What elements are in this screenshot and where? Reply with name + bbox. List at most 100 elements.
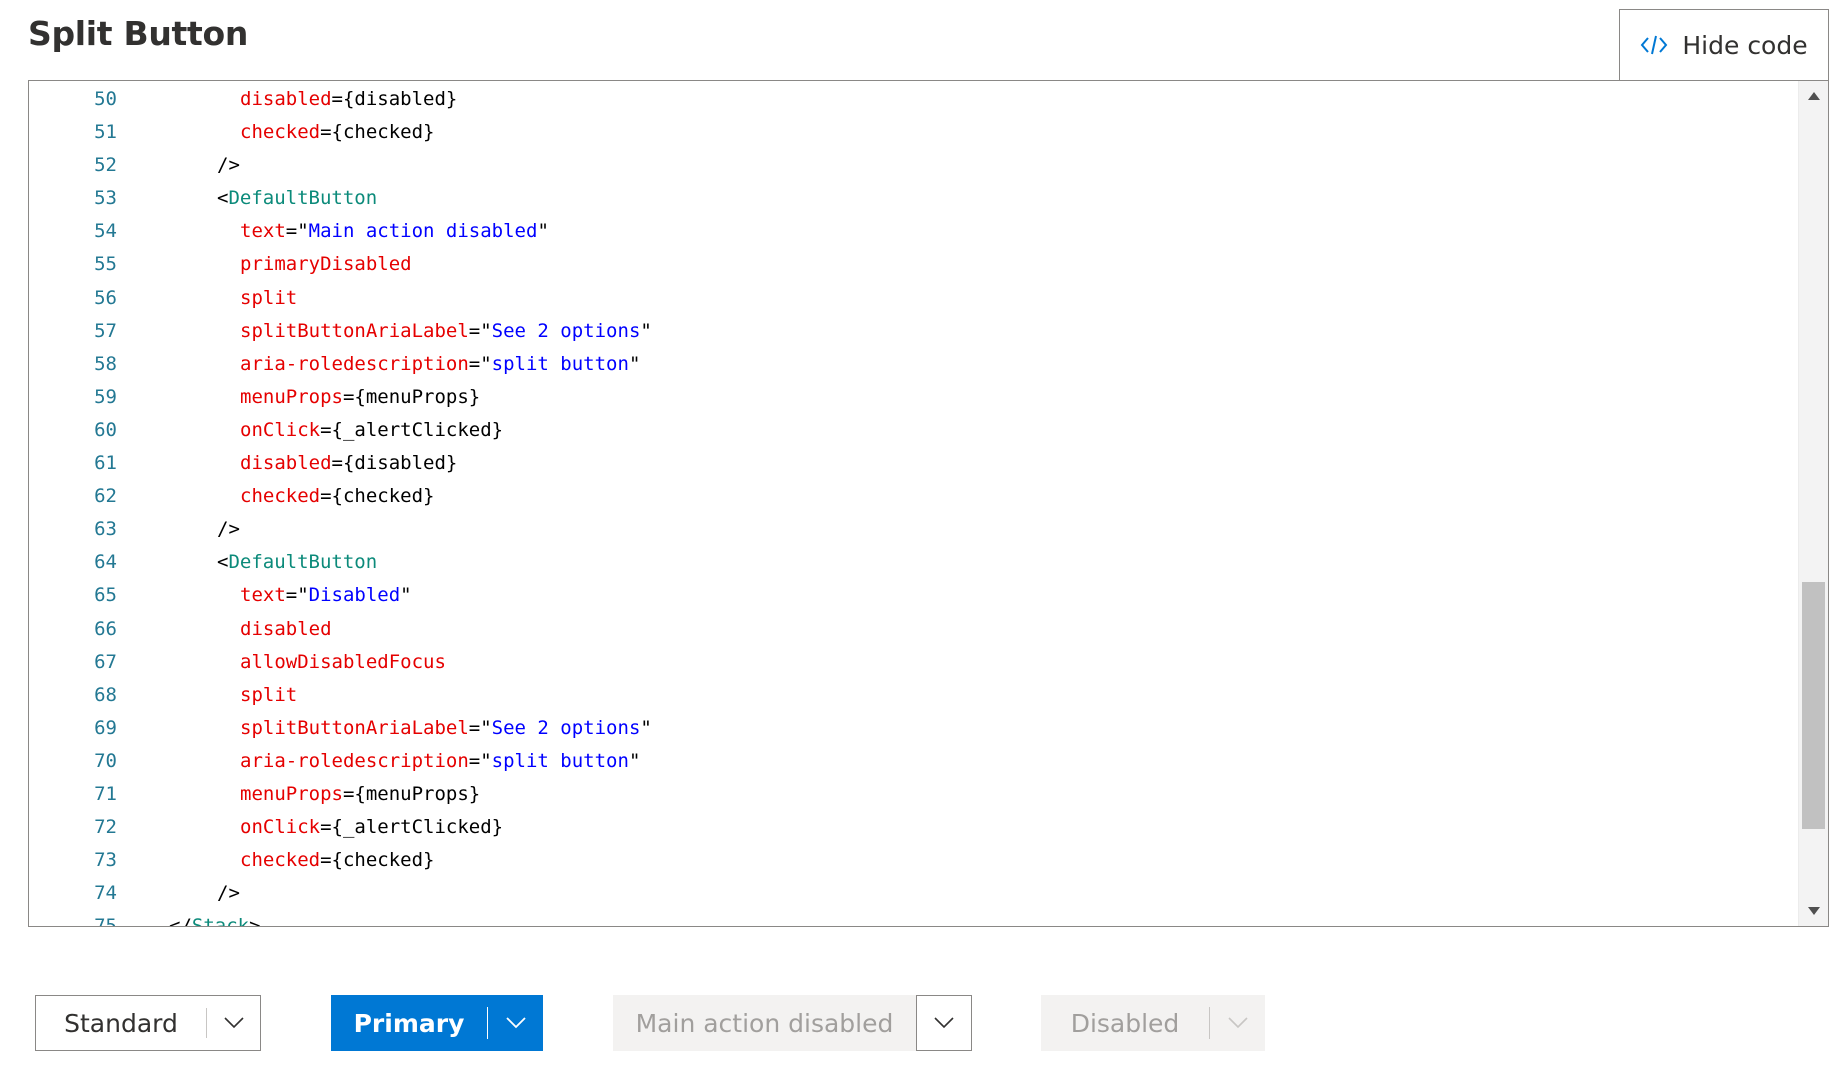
code-token: Stack <box>191 915 250 927</box>
line-number: 64 <box>94 551 117 574</box>
code-line: 68 split <box>29 679 1798 712</box>
code-line: 54 text="Main action disabled" <box>29 215 1798 248</box>
code-token: Main action disabled <box>308 220 538 243</box>
line-number: 56 <box>94 286 117 309</box>
code-token: aria-roledescription <box>240 749 469 772</box>
line-number: 62 <box>94 485 117 508</box>
code-text: menuProps={menuProps} <box>240 381 480 414</box>
code-text: <DefaultButton <box>217 182 377 215</box>
code-text: checked={checked} <box>240 844 434 877</box>
code-token: /> <box>217 518 240 541</box>
line-number: 72 <box>94 816 117 839</box>
primary-split-button: Primary <box>331 995 543 1051</box>
line-number: 53 <box>94 187 117 210</box>
line-number: 73 <box>94 849 117 872</box>
code-token: See 2 options <box>491 716 641 739</box>
standard-button[interactable]: Standard <box>36 996 206 1050</box>
code-text: disabled <box>240 613 332 646</box>
vertical-scrollbar[interactable] <box>1798 81 1828 926</box>
code-text: /> <box>217 513 240 546</box>
code-line: 75 </Stack> <box>29 910 1798 927</box>
code-token: =" <box>468 749 492 772</box>
code-token: See 2 options <box>491 319 641 342</box>
code-token: disabled <box>240 452 332 475</box>
code-text: /> <box>217 877 240 910</box>
code-line: 50 disabled={disabled} <box>29 83 1798 116</box>
code-text: split <box>240 679 297 712</box>
line-number: 54 <box>94 220 117 243</box>
main-action-disabled-dropdown-button[interactable] <box>916 995 972 1051</box>
code-token: text <box>240 584 286 607</box>
code-token: < <box>217 187 229 210</box>
code-token: =" <box>468 352 492 375</box>
code-token: text <box>240 220 286 243</box>
code-token: checked <box>240 485 321 508</box>
code-line: 60 onClick={_alertClicked} <box>29 414 1798 447</box>
code-text: aria-roledescription="split button" <box>240 745 640 778</box>
code-token: " <box>640 716 652 739</box>
code-token: DefaultButton <box>228 187 378 210</box>
code-editor[interactable]: 50 disabled={disabled} 51 checked={checked}… <box>28 80 1829 927</box>
code-line: 63 /> <box>29 513 1798 546</box>
chevron-down-icon <box>1227 1017 1248 1029</box>
code-line: 67 allowDisabledFocus <box>29 646 1798 679</box>
code-line: 66 disabled <box>29 613 1798 646</box>
disabled-split-button: Disabled <box>1041 995 1265 1051</box>
code-text: split <box>240 282 297 315</box>
code-token: primaryDisabled <box>240 253 412 276</box>
code-token: ={menuProps} <box>342 782 481 805</box>
hide-code-button[interactable]: Hide code <box>1619 9 1829 80</box>
code-icon <box>1641 35 1668 55</box>
line-number: 55 <box>94 253 117 276</box>
code-token: ={menuProps} <box>342 385 481 408</box>
code-line: 51 checked={checked} <box>29 116 1798 149</box>
code-line: 65 text="Disabled" <box>29 579 1798 612</box>
code-text: splitButtonAriaLabel="See 2 options" <box>240 315 652 348</box>
line-number: 69 <box>94 716 117 739</box>
code-token: ={_alertClicked} <box>320 418 504 441</box>
line-number: 65 <box>94 584 117 607</box>
line-number: 67 <box>94 650 117 673</box>
code-text: allowDisabledFocus <box>240 646 446 679</box>
scrollbar-thumb[interactable] <box>1802 582 1825 829</box>
line-number: 57 <box>94 319 117 342</box>
code-line: 69 splitButtonAriaLabel="See 2 options" <box>29 712 1798 745</box>
primary-button[interactable]: Primary <box>331 995 487 1051</box>
code-token: ={disabled} <box>331 88 458 110</box>
code-line: 56 split <box>29 282 1798 315</box>
code-token: /> <box>217 882 240 905</box>
code-token: </ <box>169 915 192 927</box>
code-line: 62 checked={checked} <box>29 480 1798 513</box>
standard-dropdown-button[interactable] <box>207 996 260 1050</box>
chevron-down-icon <box>934 1017 954 1029</box>
page-title: Split Button <box>28 14 249 53</box>
code-token: < <box>217 551 229 574</box>
code-token: splitButtonAriaLabel <box>240 716 469 739</box>
code-token: =" <box>285 584 309 607</box>
code-text: primaryDisabled <box>240 248 412 281</box>
code-token: splitButtonAriaLabel <box>240 319 469 342</box>
code-text: aria-roledescription="split button" <box>240 348 640 381</box>
code-token: " <box>628 352 641 375</box>
code-line: 55 primaryDisabled <box>29 248 1798 281</box>
primary-dropdown-button[interactable] <box>488 995 543 1051</box>
code-line: 74 /> <box>29 877 1798 910</box>
code-text: checked={checked} <box>240 480 434 513</box>
code-token: ={checked} <box>320 121 435 144</box>
code-token: DefaultButton <box>228 551 378 574</box>
code-line: 59 menuProps={menuProps} <box>29 381 1798 414</box>
scroll-up-arrow-icon[interactable] <box>1799 85 1828 107</box>
code-token: " <box>537 220 549 243</box>
disabled-button: Disabled <box>1070 1008 1180 1038</box>
line-number: 50 <box>94 88 117 110</box>
code-text: onClick={_alertClicked} <box>240 414 503 447</box>
code-line: 58 aria-roledescription="split button" <box>29 348 1798 381</box>
code-token: ={disabled} <box>331 452 458 475</box>
code-token: /> <box>217 154 240 177</box>
code-line: 61 disabled={disabled} <box>29 447 1798 480</box>
code-text: onClick={_alertClicked} <box>240 811 503 844</box>
code-token: > <box>249 915 261 927</box>
code-text: disabled={disabled} <box>240 83 457 116</box>
code-line: 53 <DefaultButton <box>29 182 1798 215</box>
scroll-down-arrow-icon[interactable] <box>1799 900 1828 922</box>
